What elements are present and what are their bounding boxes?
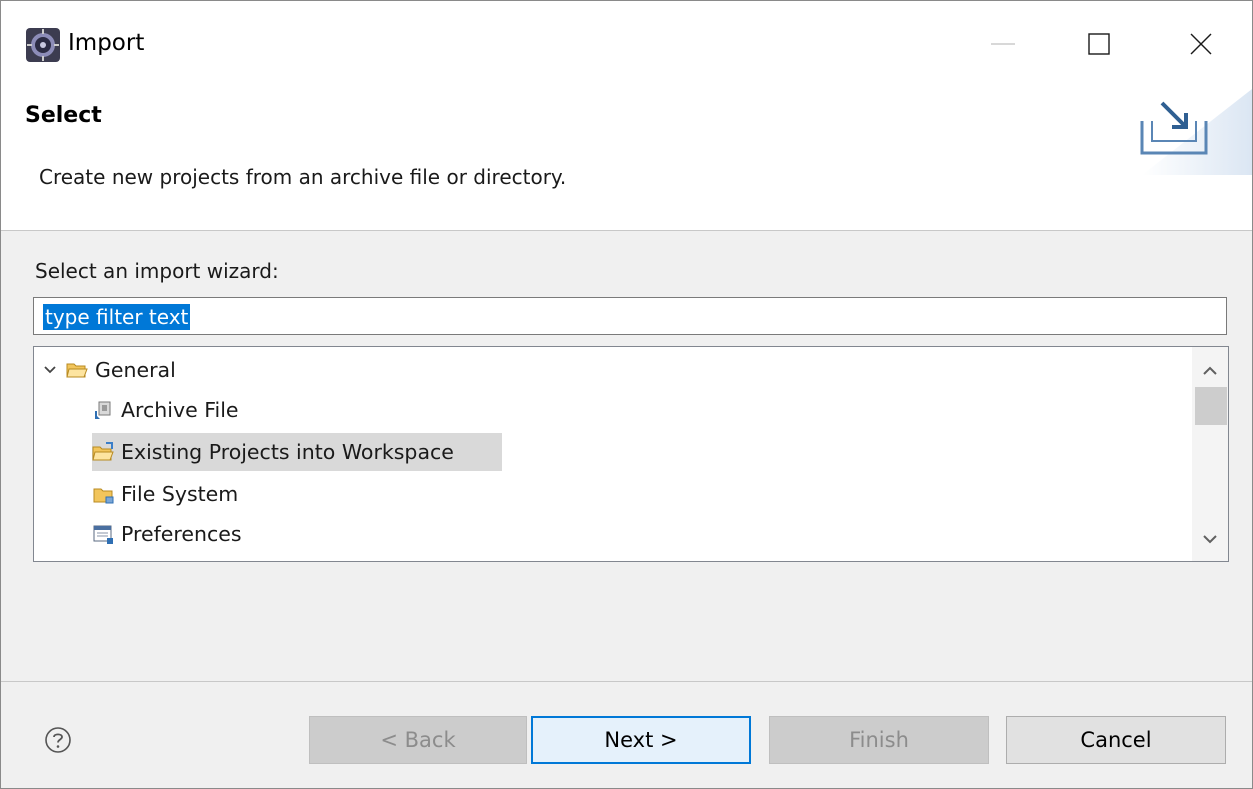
open-folder-icon — [66, 363, 88, 378]
minimize-icon — [991, 43, 1015, 45]
help-icon[interactable] — [44, 726, 72, 754]
eclipse-app-icon — [26, 28, 60, 62]
tree-item-existing-projects[interactable]: Existing Projects into Workspace — [92, 433, 502, 471]
tree-scrollbar[interactable] — [1192, 347, 1228, 561]
tree-item-label: Archive File — [121, 398, 239, 422]
close-icon — [1190, 33, 1212, 55]
select-wizard-label: Select an import wizard: — [35, 259, 279, 283]
file-system-folder-icon — [93, 488, 114, 504]
finish-button[interactable]: Finish — [769, 716, 989, 764]
import-wizard-banner-icon — [1140, 89, 1252, 175]
wizard-tree[interactable]: General Archive File Existing Projects i… — [33, 346, 1229, 562]
window-title: Import — [68, 30, 145, 56]
tree-item-label: Preferences — [121, 522, 242, 546]
cancel-button[interactable]: Cancel — [1006, 716, 1226, 764]
title-bar[interactable]: Import — [1, 1, 1252, 89]
filter-input[interactable]: type filter text — [33, 297, 1227, 335]
tree-item-archive-file[interactable]: Archive File — [92, 391, 239, 429]
footer-divider — [1, 681, 1252, 682]
archive-file-icon — [95, 401, 111, 419]
maximize-button[interactable] — [1069, 21, 1129, 67]
minimize-button[interactable] — [973, 21, 1033, 67]
existing-projects-icon — [92, 442, 114, 461]
tree-group-label: General — [95, 358, 176, 382]
page-title: Select — [25, 103, 102, 128]
filter-text-value[interactable]: type filter text — [43, 304, 191, 330]
close-button[interactable] — [1171, 21, 1231, 67]
chevron-down-icon[interactable] — [42, 362, 58, 378]
tree-item-preferences[interactable]: Preferences — [92, 515, 242, 553]
next-button[interactable]: Next > — [531, 716, 751, 764]
import-dialog: Import Select Create new projects from a… — [0, 0, 1253, 789]
tree-group-general[interactable]: General — [42, 351, 176, 389]
tree-item-label: Existing Projects into Workspace — [121, 440, 454, 464]
tree-item-file-system[interactable]: File System — [92, 475, 238, 513]
chevron-down-icon[interactable] — [1200, 529, 1220, 549]
tree-item-label: File System — [121, 482, 239, 506]
back-button[interactable]: < Back — [309, 716, 527, 764]
chevron-up-icon[interactable] — [1200, 361, 1220, 381]
preferences-icon — [93, 525, 113, 544]
page-description: Create new projects from an archive file… — [39, 165, 567, 189]
scrollbar-thumb[interactable] — [1195, 387, 1227, 425]
maximize-icon — [1088, 33, 1110, 55]
wizard-header: Select Create new projects from an archi… — [1, 89, 1252, 231]
